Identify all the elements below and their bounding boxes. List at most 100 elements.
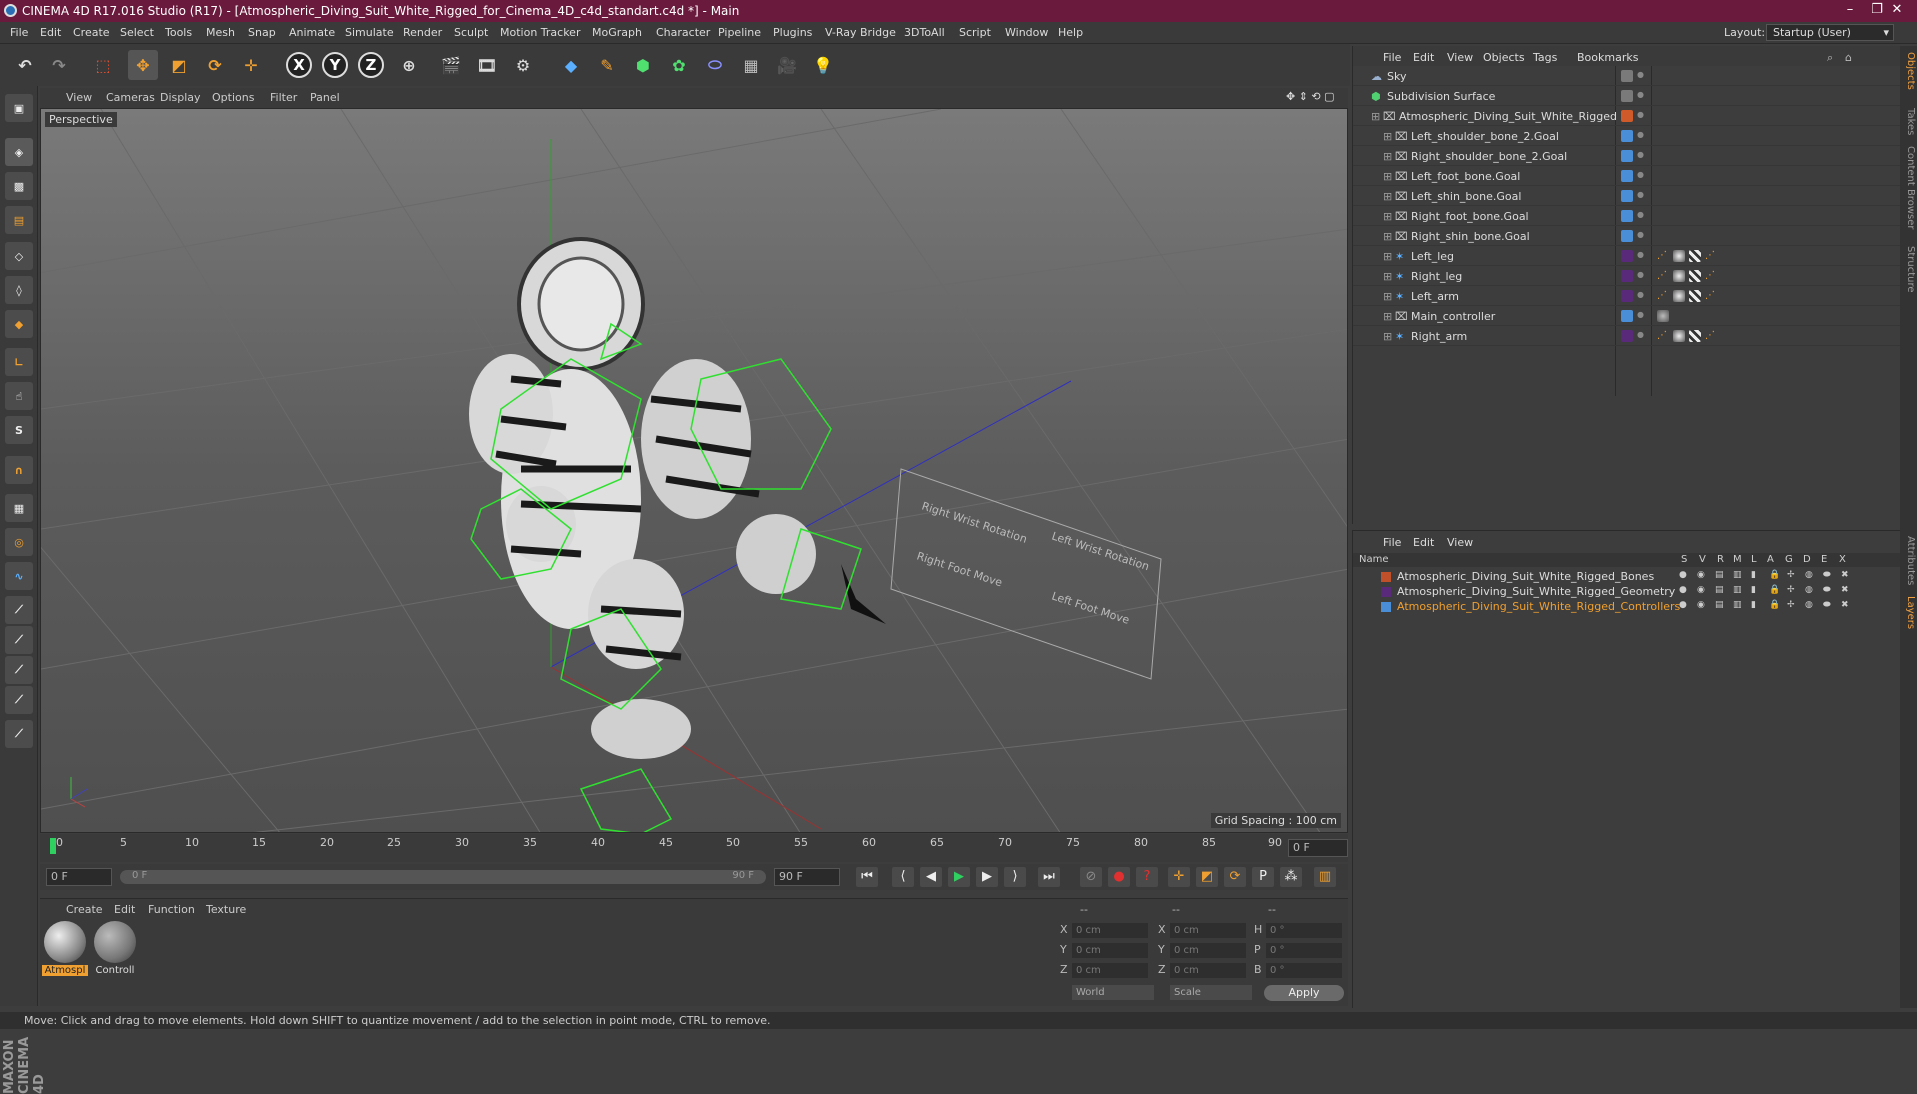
x-axis-lock-button[interactable]: X [286,52,312,78]
menu-plugins[interactable]: Plugins [773,26,812,39]
timeline-window-icon[interactable]: ▥ [1314,867,1336,887]
light-icon[interactable]: 💡 [808,50,838,80]
rotation-p-field[interactable]: 0 ° [1266,943,1342,958]
layer-color-swatch[interactable] [1621,70,1633,82]
visibility-dots-icon[interactable]: ● [1637,130,1649,142]
object-row[interactable]: ⊞ ⌧ Left_shin_bone.Goal ● [1353,186,1901,206]
layers-menu-file[interactable]: File [1383,536,1401,549]
expressions-toggle-icon[interactable]: ⬬ [1823,585,1831,595]
points-mode-icon[interactable]: ◇ [5,242,33,270]
expand-toggle-icon[interactable]: ⊞ [1383,210,1395,223]
solo-toggle-icon[interactable]: ● [1679,570,1687,580]
viewport-menu-filter[interactable]: Filter [270,91,297,104]
rotation-h-field[interactable]: 0 ° [1266,923,1342,938]
layer-color-swatch[interactable] [1381,572,1391,582]
generators-toggle-icon[interactable]: ✢ [1787,570,1795,580]
manager-toggle-icon[interactable]: ▥ [1733,585,1742,595]
visibility-dots-icon[interactable]: ● [1637,210,1649,222]
layer-color-swatch[interactable] [1381,587,1391,597]
end-frame-field[interactable]: 90 F [774,868,840,886]
menu-simulate[interactable]: Simulate [345,26,394,39]
layer-col-manager[interactable]: M [1733,554,1742,565]
menu-animate[interactable]: Animate [289,26,335,39]
viewport-menu-view[interactable]: View [66,91,92,104]
visibility-dots-icon[interactable]: ● [1637,270,1649,282]
material-menu-function[interactable]: Function [148,903,195,916]
deformers-toggle-icon[interactable]: ◍ [1805,600,1813,610]
generators-toggle-icon[interactable]: ✢ [1787,585,1795,595]
layer-color-swatch[interactable] [1621,90,1633,102]
render-settings-icon[interactable]: ⚙ [508,50,538,80]
expand-toggle-icon[interactable]: ⊞ [1383,310,1395,323]
viewport-menu-display[interactable]: Display [160,91,201,104]
edges-mode-icon[interactable]: ◊ [5,276,33,304]
relax-brush-icon[interactable]: ⟋ [5,656,33,684]
home-icon[interactable]: ⌂ [1845,51,1852,64]
expand-toggle-icon[interactable]: ⊞ [1383,130,1395,143]
grab-brush-icon[interactable]: ⟋ [5,720,33,748]
quantize-icon[interactable]: ◎ [5,528,33,556]
deformers-toggle-icon[interactable]: ◍ [1805,585,1813,595]
layer-color-swatch[interactable] [1621,230,1633,242]
snap-magnet-icon[interactable]: ∩ [5,456,33,484]
menu-window[interactable]: Window [1005,26,1048,39]
object-row[interactable]: ⊞ ⌧ Right_shin_bone.Goal ● [1353,226,1901,246]
size-z-field[interactable]: 0 cm [1170,963,1246,978]
menu-select[interactable]: Select [120,26,154,39]
layer-col-deformers[interactable]: D [1803,554,1811,565]
viewport-menu-cameras[interactable]: Cameras [106,91,155,104]
material-tag-icon[interactable] [1673,290,1685,302]
generators-toggle-icon[interactable]: ✢ [1787,600,1795,610]
locked-toggle-icon[interactable]: ▮ [1751,570,1756,580]
layers-menu-edit[interactable]: Edit [1413,536,1434,549]
deformers-toggle-icon[interactable]: ◍ [1805,570,1813,580]
transform-tool-icon[interactable]: ✛ [236,50,266,80]
expressions-toggle-icon[interactable]: ⬬ [1823,600,1831,610]
layer-row[interactable]: Atmospheric_Diving_Suit_White_Rigged_Geo… [1353,584,1901,599]
material-menu-edit[interactable]: Edit [114,903,135,916]
visibility-dots-icon[interactable]: ● [1637,290,1649,302]
menu-mograph[interactable]: MoGraph [592,26,642,39]
object-row[interactable]: ⊞ ✶ Left_arm ● ⋰ ⋰ [1353,286,1901,306]
menu-edit[interactable]: Edit [40,26,61,39]
workplane-mode-icon[interactable]: ▤ [5,206,33,234]
layer-color-swatch[interactable] [1621,170,1633,182]
constraint-tag-icon[interactable]: ⋰ [1705,250,1717,262]
visibility-dots-icon[interactable]: ● [1637,190,1649,202]
menu-pipeline[interactable]: Pipeline [718,26,761,39]
ik-tag-icon[interactable]: ⋰ [1657,250,1669,262]
python-icon[interactable]: ∿ [5,562,33,590]
expand-toggle-icon[interactable]: ⊞ [1383,270,1395,283]
scale-tool-icon[interactable]: ◩ [164,50,194,80]
menu-file[interactable]: File [10,26,28,39]
xref-toggle-icon[interactable]: ✖ [1841,570,1849,580]
objects-menu-file[interactable]: File [1383,51,1401,64]
tab-layers[interactable]: Layers [1901,596,1916,629]
render-view-icon[interactable]: 🎬 [436,50,466,80]
transform-mode-select[interactable]: Scale [1170,985,1252,1000]
key-rotation-icon[interactable]: ⟳ [1224,867,1246,887]
cube-primitive-icon[interactable]: ◆ [556,50,586,80]
objects-menu-tags[interactable]: Tags [1533,51,1557,64]
material-tag-icon[interactable] [1657,310,1669,322]
render-picture-viewer-icon[interactable]: 🎞 [472,50,502,80]
object-row[interactable]: ⊞ ✶ Right_arm ● ⋰ ⋰ [1353,326,1901,346]
menu-3dtoall[interactable]: 3DToAll [904,26,945,39]
visible-toggle-icon[interactable]: ◉ [1697,570,1705,580]
visible-toggle-icon[interactable]: ◉ [1697,585,1705,595]
layout-select[interactable]: Startup (User) ▾ [1766,24,1894,41]
layer-row[interactable]: Atmospheric_Diving_Suit_White_Rigged_Bon… [1353,569,1901,584]
solo-toggle-icon[interactable]: ● [1679,600,1687,610]
object-row[interactable]: ⊞ ⌧ Right_foot_bone.Goal ● [1353,206,1901,226]
key-parameter-icon[interactable]: P [1252,867,1274,887]
layer-color-swatch[interactable] [1621,310,1633,322]
layer-col-xref[interactable]: X [1839,554,1846,565]
solo-mode-icon[interactable]: S [5,416,33,444]
texture-mode-icon[interactable]: ▩ [5,172,33,200]
layer-col-expressions[interactable]: E [1821,554,1827,565]
layer-col-solo[interactable]: S [1681,554,1687,565]
layer-color-swatch[interactable] [1621,130,1633,142]
z-axis-lock-button[interactable]: Z [358,52,384,78]
pen-spline-icon[interactable]: ✎ [592,50,622,80]
solo-toggle-icon[interactable]: ● [1679,585,1687,595]
